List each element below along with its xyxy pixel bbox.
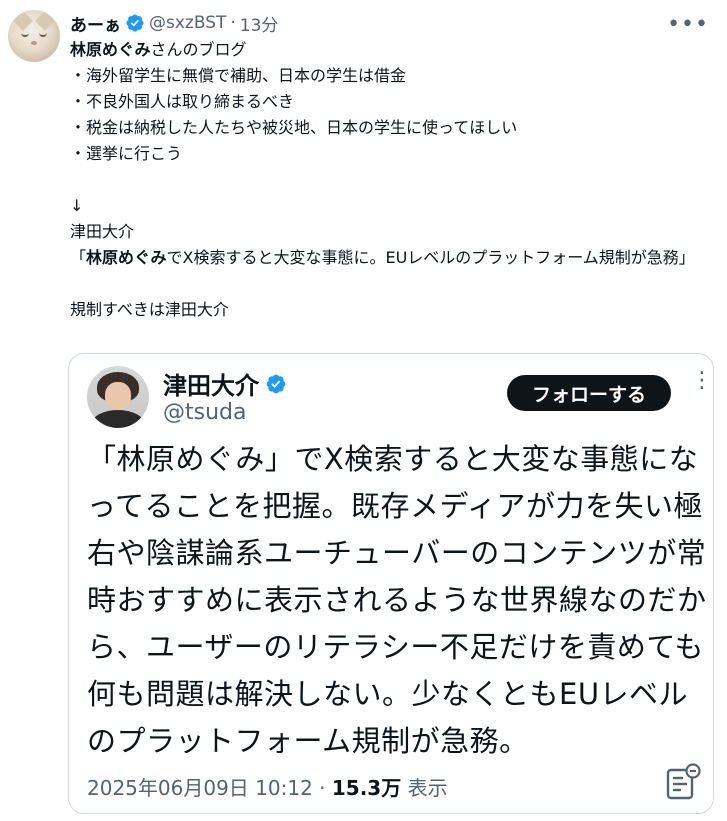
verified-badge-icon	[126, 14, 144, 32]
avatar-nose	[31, 41, 37, 45]
quoted-text-line: 右や陰謀論系ユーチューバーのコンテンツが常	[87, 536, 707, 570]
mention-name: 林原めぐみ	[70, 40, 151, 59]
post-date[interactable]: 2025年06月09日 10:12	[87, 776, 313, 800]
avatar-eye	[39, 32, 47, 37]
tweet-line: 「林原めぐみでX検索すると大変な事態に。EUレベルのプラットフォーム規制が急務」	[70, 245, 720, 271]
meta-separator: ·	[312, 776, 332, 800]
quoted-text-line: ら、ユーザーのリテラシー不足だけを責めても	[87, 630, 704, 664]
quoted-user-avatar[interactable]	[87, 366, 149, 428]
tweet-line: 津田大介	[70, 222, 135, 241]
quoted-text-line: 何も問題は解決しない。少なくともEUレベル	[87, 677, 689, 711]
tweet-line: ・不良外国人は取り締まるべき	[70, 92, 295, 111]
more-options-icon[interactable]: ⋮	[691, 370, 713, 392]
tweet-line: 林原めぐみさんのブログ	[70, 37, 720, 63]
avatar-eye	[21, 32, 29, 37]
quoted-text-line: 「林原めぐみ」でX検索すると大変な事態にな	[87, 442, 699, 476]
tweet-line: ・海外留学生に無償で補助、日本の学生は借金	[70, 66, 407, 85]
bracket: 「	[70, 248, 87, 267]
dot-separator: ·	[230, 13, 236, 33]
arrow-line: ↓	[70, 196, 84, 215]
tweet-line-text: さんのブログ	[150, 40, 247, 59]
tweet-line: 規制すべきは津田大介	[70, 300, 229, 319]
display-name[interactable]: あーぁ	[70, 11, 121, 36]
user-handle[interactable]: @sxzBST	[149, 13, 226, 33]
tweet-header: あーぁ @sxzBST · 13分	[70, 10, 278, 36]
avatar-shirt	[91, 410, 145, 428]
avatar-ear	[13, 11, 33, 31]
quoted-tweet-text: 「林原めぐみ」でX検索すると大変な事態にな ってることを把握。既存メディアが力を…	[87, 436, 707, 765]
avatar-face	[105, 382, 131, 410]
timestamp[interactable]: 13分	[240, 11, 279, 36]
view-count: 15.3万	[331, 776, 402, 800]
mention-name: 林原めぐみ	[86, 248, 167, 267]
quoted-text-line: ってることを把握。既存メディアが力を失い極	[87, 489, 704, 523]
verified-badge-icon	[266, 374, 286, 393]
quoted-text-line: のプラットフォーム規制が急務。	[87, 724, 529, 758]
quoted-display-name[interactable]: 津田大介	[163, 366, 259, 401]
post-notes-icon[interactable]	[665, 762, 701, 802]
quoted-tweet-card[interactable]: 津田大介 @tsuda フォローする ⋮ 「林原めぐみ」でX検索すると大変な事態…	[68, 353, 714, 814]
user-avatar[interactable]	[8, 10, 60, 62]
tweet-line: ・選挙に行こう	[70, 144, 183, 163]
follow-button[interactable]: フォローする	[507, 375, 671, 411]
tweet-line-text: でX検索すると大変な事態に。EUレベルのプラットフォーム規制が急務」	[166, 248, 695, 267]
tweet-text: 林原めぐみさんのブログ ・海外留学生に無償で補助、日本の学生は借金 ・不良外国人…	[70, 37, 720, 323]
tweet-meta: 2025年06月09日 10:12 · 15.3万 表示	[87, 772, 448, 801]
quoted-display-name-row: 津田大介	[163, 366, 287, 401]
avatar-ear	[35, 11, 55, 31]
more-options-icon[interactable]: •••	[667, 14, 709, 36]
view-count-label: 表示	[401, 776, 448, 800]
quoted-text-line: 時おすすめに表示されるような世界線なのだか	[87, 583, 707, 617]
tweet-line: ・税金は納税した人たちや被災地、日本の学生に使ってほしい	[70, 118, 518, 137]
quoted-user-handle[interactable]: @tsuda	[163, 400, 246, 425]
